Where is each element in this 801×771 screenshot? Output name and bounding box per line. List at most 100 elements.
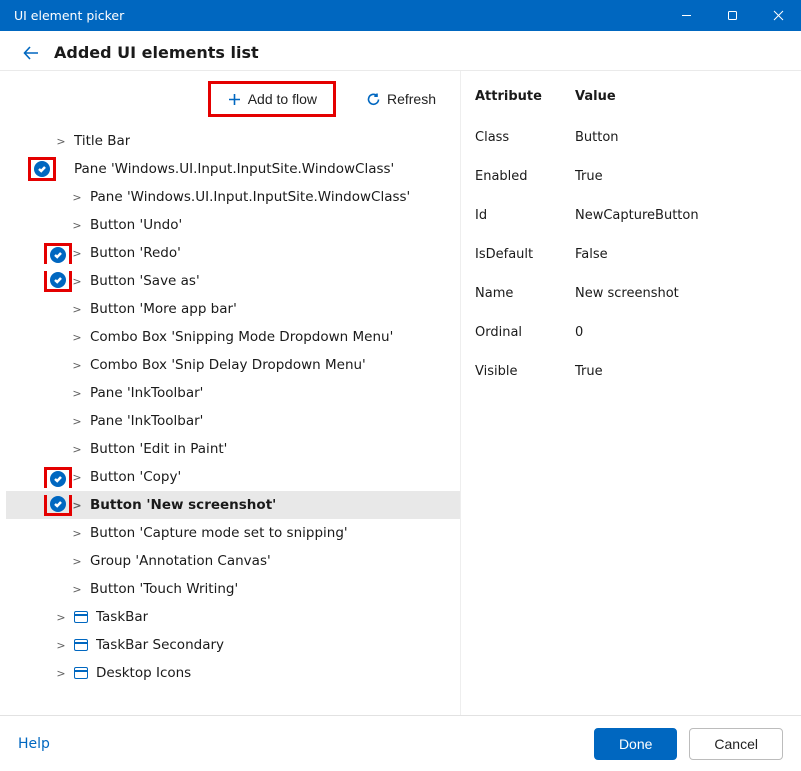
window-icon — [74, 667, 88, 679]
expander-icon[interactable]: > — [54, 639, 68, 652]
tree-item-label: Button 'Save as' — [90, 273, 200, 289]
help-link[interactable]: Help — [18, 736, 50, 752]
expander-icon[interactable]: > — [70, 359, 84, 372]
expander-icon[interactable]: > — [70, 555, 84, 568]
tree-item-label: Pane 'Windows.UI.Input.InputSite.WindowC… — [74, 161, 394, 177]
expander-icon[interactable]: > — [70, 415, 84, 428]
maximize-icon — [727, 10, 738, 21]
expander-icon[interactable]: > — [70, 331, 84, 344]
tree-row[interactable]: >Button 'Edit in Paint' — [6, 435, 460, 463]
tree-item-label: Pane 'InkToolbar' — [90, 413, 203, 429]
expander-icon[interactable]: > — [70, 303, 84, 316]
highlight-check — [44, 495, 72, 516]
tree-item-label: Title Bar — [74, 133, 130, 149]
tree-item-label: Desktop Icons — [96, 665, 191, 681]
expander-icon[interactable]: > — [54, 611, 68, 624]
tree-row[interactable]: > Button 'More app bar' — [6, 295, 460, 323]
property-value: True — [575, 364, 787, 379]
minimize-button[interactable] — [663, 0, 709, 31]
expander-icon[interactable]: > — [70, 499, 84, 512]
minimize-icon — [681, 10, 692, 21]
add-to-flow-button[interactable]: Add to flow — [215, 86, 329, 112]
property-row: Ordinal0 — [475, 313, 787, 352]
tree-row[interactable]: >Pane 'InkToolbar' — [6, 379, 460, 407]
property-value: True — [575, 169, 787, 184]
tree-item-label: Combo Box 'Snipping Mode Dropdown Menu' — [90, 329, 393, 345]
tree-row[interactable]: > Button 'Copy' — [6, 463, 460, 491]
properties-header-attr: Attribute — [475, 89, 575, 104]
arrow-left-icon — [22, 44, 40, 62]
ui-element-tree[interactable]: > Title Bar Pane 'Windows.UI.Input.InputSi… — [0, 127, 460, 715]
tree-row[interactable]: >Combo Box 'Snip Delay Dropdown Menu' — [6, 351, 460, 379]
tree-toolbar: Add to flow Refresh — [0, 71, 460, 127]
property-attr: IsDefault — [475, 247, 575, 262]
checked-icon — [50, 496, 66, 512]
expander-icon[interactable]: > — [70, 191, 84, 204]
expander-icon[interactable]: > — [70, 387, 84, 400]
expander-icon[interactable]: > — [70, 247, 84, 260]
property-attr: Enabled — [475, 169, 575, 184]
window-icon — [74, 639, 88, 651]
property-attr: Ordinal — [475, 325, 575, 340]
property-attr: Name — [475, 286, 575, 301]
tree-row[interactable]: >Button 'Capture mode set to snipping' — [6, 519, 460, 547]
tree-item-label: TaskBar Secondary — [96, 637, 224, 653]
tree-row[interactable]: > Pane 'InkToolbar' — [6, 407, 460, 435]
expander-icon[interactable]: > — [70, 471, 84, 484]
tree-row[interactable]: >Pane 'Windows.UI.Input.InputSite.Window… — [6, 183, 460, 211]
titlebar: UI element picker — [0, 0, 801, 31]
property-row: ClassButton — [475, 118, 787, 157]
tree-row[interactable]: > Combo Box 'Snipping Mode Dropdown Menu' — [6, 323, 460, 351]
back-button[interactable] — [22, 44, 40, 62]
checked-icon — [50, 272, 66, 288]
breadcrumb: Added UI elements list — [0, 31, 801, 70]
tree-row[interactable]: > Title Bar — [6, 127, 460, 155]
close-button[interactable] — [755, 0, 801, 31]
tree-row[interactable]: >Button 'Undo' — [6, 211, 460, 239]
expander-icon[interactable]: > — [70, 219, 84, 232]
maximize-button[interactable] — [709, 0, 755, 31]
tree-item-label: Group 'Annotation Canvas' — [90, 553, 271, 569]
expander-icon[interactable]: > — [70, 443, 84, 456]
check-slot — [32, 157, 52, 181]
tree-row[interactable]: Pane 'Windows.UI.Input.InputSite.WindowC… — [6, 155, 460, 183]
tree-item-label: Button 'Copy' — [90, 469, 181, 485]
check-slot — [48, 243, 68, 264]
tree-row[interactable]: > Group 'Annotation Canvas' — [6, 547, 460, 575]
tree-item-label: Button 'More app bar' — [90, 301, 237, 317]
cancel-button[interactable]: Cancel — [689, 728, 783, 760]
expander-icon[interactable]: > — [70, 275, 84, 288]
checked-icon — [50, 247, 66, 263]
tree-row[interactable]: >Button 'Redo' — [6, 239, 460, 267]
property-row: IsDefaultFalse — [475, 235, 787, 274]
highlight-check — [44, 467, 72, 488]
tree-row[interactable]: > Button 'Touch Writing' — [6, 575, 460, 603]
highlight-check — [44, 271, 72, 292]
tree-row[interactable]: > Button 'Save as' — [6, 267, 460, 295]
tree-row[interactable]: > Button 'New screenshot' — [6, 491, 460, 519]
property-value: 0 — [575, 325, 787, 340]
tree-item-label: Button 'Touch Writing' — [90, 581, 238, 597]
properties-panel: Attribute Value ClassButtonEnabledTrueId… — [460, 71, 801, 715]
highlight-check — [44, 243, 72, 264]
checked-icon — [34, 161, 50, 177]
properties-list: ClassButtonEnabledTrueIdNewCaptureButton… — [475, 118, 787, 391]
expander-icon[interactable]: > — [54, 667, 68, 680]
highlight-add-to-flow: Add to flow — [208, 81, 336, 117]
highlight-check — [28, 157, 56, 181]
expander-icon[interactable]: > — [70, 583, 84, 596]
expander-icon[interactable]: > — [70, 527, 84, 540]
tree-row[interactable]: >TaskBar — [6, 603, 460, 631]
properties-header: Attribute Value — [475, 89, 787, 104]
check-slot — [48, 467, 68, 488]
refresh-button[interactable]: Refresh — [354, 86, 448, 112]
property-value: New screenshot — [575, 286, 787, 301]
expander-icon[interactable]: > — [54, 135, 68, 148]
tree-item-label: Button 'New screenshot' — [90, 497, 276, 513]
tree-row[interactable]: > Desktop Icons — [6, 659, 460, 687]
done-button[interactable]: Done — [594, 728, 677, 760]
window-icon — [74, 611, 88, 623]
footer: Help Done Cancel — [0, 715, 801, 771]
tree-row[interactable]: > TaskBar Secondary — [6, 631, 460, 659]
property-value: Button — [575, 130, 787, 145]
